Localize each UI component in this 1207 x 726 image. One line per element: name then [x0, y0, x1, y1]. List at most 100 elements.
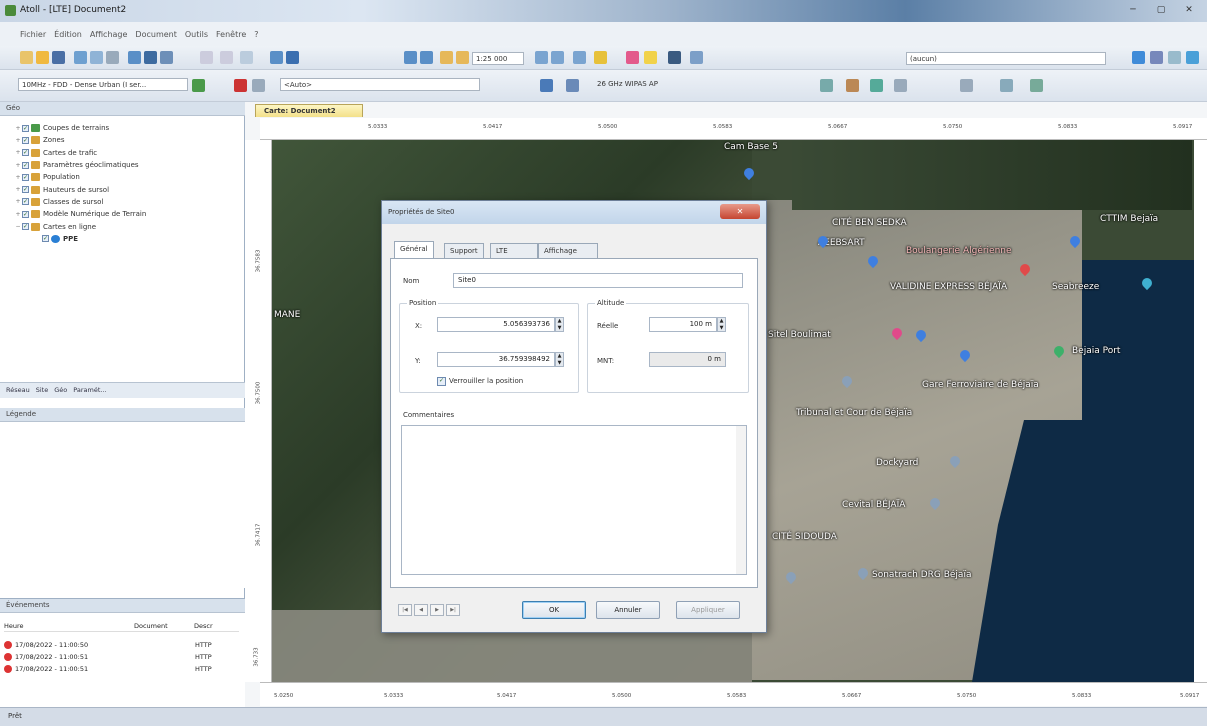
column-document[interactable]: Document [134, 622, 194, 630]
link-icon[interactable] [540, 79, 553, 92]
tab-parametres[interactable]: Paramét... [73, 386, 106, 395]
map-tab[interactable]: Carte: Document2 [255, 104, 363, 117]
region-icon[interactable] [1030, 79, 1043, 92]
line-icon[interactable] [1168, 51, 1181, 64]
tree-item-zones[interactable]: + ✓ Zones [0, 134, 245, 146]
zoom-rect-icon[interactable] [456, 51, 469, 64]
pencil-icon[interactable] [1150, 51, 1163, 64]
redo-icon[interactable] [220, 51, 233, 64]
menu-edition[interactable]: Édition [54, 30, 82, 39]
tab-general[interactable]: Général [394, 241, 434, 259]
tab-lte[interactable]: LTE [490, 243, 538, 259]
open-icon[interactable] [36, 51, 49, 64]
column-descr[interactable]: Descr [194, 622, 213, 630]
zoom-out-icon[interactable] [551, 51, 564, 64]
ok-button[interactable]: OK [522, 601, 586, 619]
map-tool-icon[interactable] [1132, 51, 1145, 64]
zoom-in-icon[interactable] [535, 51, 548, 64]
tab-support[interactable]: Support [444, 243, 484, 259]
paste-icon[interactable] [160, 51, 173, 64]
checkbox[interactable]: ✓ [22, 186, 29, 194]
calc-all-icon[interactable] [286, 51, 299, 64]
microwave-icon[interactable] [566, 79, 579, 92]
tab-site[interactable]: Site [36, 386, 48, 395]
points-icon[interactable] [960, 79, 973, 92]
select-icon[interactable] [404, 51, 417, 64]
tab-reseau[interactable]: Réseau [6, 386, 30, 395]
tab-geo[interactable]: Géo [54, 386, 67, 395]
tree-item-hauteurs[interactable]: + ✓ Hauteurs de sursol [0, 183, 245, 195]
band-select[interactable]: 10MHz - FDD - Dense Urban (I ser... [18, 78, 188, 91]
real-altitude-input[interactable]: 100 m [649, 317, 717, 332]
search-field[interactable]: (aucun) [906, 52, 1106, 65]
chart-icon[interactable] [894, 79, 907, 92]
x-input[interactable]: 5.056393736 [437, 317, 555, 332]
menu-fichier[interactable]: Fichier [20, 30, 46, 39]
calc-icon[interactable] [270, 51, 283, 64]
next-record-button[interactable]: ▶ [430, 604, 444, 616]
tower-icon[interactable] [870, 79, 883, 92]
layer-icon[interactable] [626, 51, 639, 64]
y-spinner[interactable]: ▲ ▼ [555, 352, 564, 367]
tab-affichage[interactable]: Affichage [538, 243, 598, 259]
name-input[interactable]: Site0 [453, 273, 743, 288]
maximize-button[interactable]: ▢ [1150, 3, 1172, 17]
checkbox[interactable]: ✓ [22, 149, 29, 157]
highlight-icon[interactable] [644, 51, 657, 64]
prev-record-button[interactable]: ◀ [414, 604, 428, 616]
pan-icon[interactable] [420, 51, 433, 64]
menu-fenetre[interactable]: Fenêtre [216, 30, 246, 39]
tree-item-ppe[interactable]: ✓ PPE [0, 233, 245, 245]
scale-select[interactable]: 1:25 000 [472, 52, 524, 65]
measure-icon[interactable] [573, 51, 586, 64]
checkbox[interactable]: ✓ [22, 124, 29, 132]
apply-button[interactable]: Appliquer [676, 601, 740, 619]
equipment-select[interactable]: 26 GHz WIPAS AP [594, 78, 754, 91]
comments-scrollbar[interactable] [736, 426, 746, 574]
real-altitude-spinner[interactable]: ▲ ▼ [717, 317, 726, 332]
column-heure[interactable]: Heure [4, 622, 134, 630]
y-input[interactable]: 36.759398492 [437, 352, 555, 367]
copy-icon[interactable] [144, 51, 157, 64]
checkbox[interactable]: ✓ [22, 173, 29, 181]
first-record-button[interactable]: |◀ [398, 604, 412, 616]
checkbox[interactable]: ✓ [42, 235, 49, 243]
delete-icon[interactable] [234, 79, 247, 92]
menu-affichage[interactable]: Affichage [90, 30, 128, 39]
preview-icon[interactable] [90, 51, 103, 64]
undo-icon[interactable] [200, 51, 213, 64]
last-record-button[interactable]: ▶| [446, 604, 460, 616]
comments-textarea[interactable] [401, 425, 747, 575]
antenna-icon[interactable] [192, 79, 205, 92]
tree-item-trafic[interactable]: + ✓ Cartes de trafic [0, 147, 245, 159]
export-icon[interactable] [106, 51, 119, 64]
site-icon[interactable] [594, 51, 607, 64]
save-icon[interactable] [52, 51, 65, 64]
refresh-icon[interactable] [240, 51, 253, 64]
menu-help[interactable]: ? [254, 30, 258, 39]
minimize-button[interactable]: ─ [1122, 3, 1144, 17]
tree-item-mnt[interactable]: + ✓ Modèle Numérique de Terrain [0, 208, 245, 220]
x-spinner[interactable]: ▲ ▼ [555, 317, 564, 332]
cancel-button[interactable]: Annuler [596, 601, 660, 619]
menu-document[interactable]: Document [135, 30, 176, 39]
tree-item-classes[interactable]: + ✓ Classes de sursol [0, 196, 245, 208]
shovel-icon[interactable] [846, 79, 859, 92]
grid-icon[interactable] [820, 79, 833, 92]
tree-item-coupes[interactable]: + ✓ Coupes de terrains [0, 122, 245, 134]
table-row[interactable]: 17/08/2022 - 11:00:50 HTTP [4, 639, 239, 650]
checkbox[interactable]: ✓ [22, 210, 29, 218]
cut-icon[interactable] [128, 51, 141, 64]
print-icon[interactable] [74, 51, 87, 64]
auto-select[interactable]: <Auto> [280, 78, 480, 91]
menu-outils[interactable]: Outils [185, 30, 208, 39]
tree-item-geoclim[interactable]: + ✓ Paramètres géoclimatiques [0, 159, 245, 171]
table-row[interactable]: 17/08/2022 - 11:00:51 HTTP [4, 651, 239, 662]
dialog-close-button[interactable]: ✕ [720, 204, 760, 219]
tree-item-population[interactable]: + ✓ Population [0, 171, 245, 183]
checkbox[interactable]: ✓ [22, 198, 29, 206]
path-icon[interactable] [1000, 79, 1013, 92]
table-icon[interactable] [690, 51, 703, 64]
table-row[interactable]: 17/08/2022 - 11:00:51 HTTP [4, 663, 239, 674]
tree-item-cartes-en-ligne[interactable]: − ✓ Cartes en ligne [0, 220, 245, 232]
